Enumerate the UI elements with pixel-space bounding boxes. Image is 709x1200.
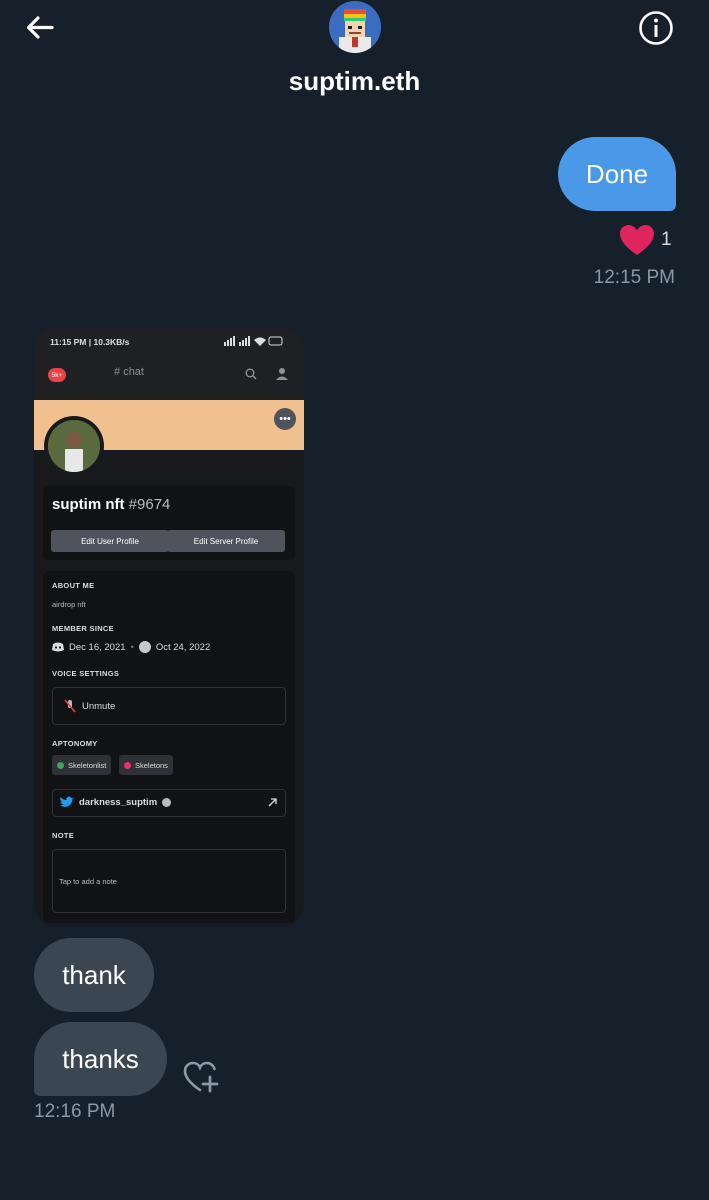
arrow-left-icon [26,16,54,39]
role-pill: Skeletonlist [52,755,112,775]
info-icon [639,11,673,45]
external-link-icon [268,798,277,807]
roles-label: APTONOMY [52,739,98,748]
role-color-dot [124,761,131,769]
received-timestamp: 12:16 PM [34,1101,116,1122]
unmute-row: Unmute [52,687,286,725]
heart-plus-icon [183,1061,219,1093]
discord-icon [52,642,64,652]
verified-icon [162,797,172,807]
reaction-count: 1 [661,229,672,250]
member-since-discord: Dec 16, 2021 [69,641,126,653]
channel-name: # chat [114,366,144,378]
more-options-icon: ••• [274,408,296,430]
mic-muted-icon [64,699,76,713]
back-button[interactable] [22,10,58,46]
channel-label: chat [123,366,144,378]
sent-timestamp: 12:15 PM [593,267,675,288]
screenshot-status-time: 11:15 PM | 10.3KB/s [50,337,130,347]
avatar-image [329,1,381,53]
profile-username: suptim nft [52,496,125,513]
role-color-dot [57,761,64,769]
sent-message-bubble[interactable]: Done [558,137,676,211]
info-button[interactable] [637,9,675,47]
connected-account-row: darkness_suptim [52,789,286,817]
profile-photo [48,420,100,472]
edit-server-profile-button: Edit Server Profile [167,530,285,552]
profile-name-card: suptim nft #9674 Edit User Profile Edit … [43,486,295,560]
member-since-row: Dec 16, 2021 • Oct 24, 2022 [52,641,210,653]
profile-avatar [44,416,104,476]
profile-details-card: ABOUT ME airdrop nft MEMBER SINCE Dec 16… [43,571,295,923]
twitter-handle: darkness_suptim [79,796,158,808]
unmute-label: Unmute [82,700,116,712]
about-me-text: airdrop nft [52,600,86,609]
heart-icon [620,225,654,255]
member-since-label: MEMBER SINCE [52,624,114,633]
message-reaction[interactable]: 1 [619,222,672,258]
search-icon [245,368,257,380]
received-message-bubble[interactable]: thanks [34,1022,167,1096]
signal-icon [224,336,284,348]
screenshot-app-bar: 5k+ # chat [34,354,304,400]
server-badge: 5k+ [48,368,66,382]
twitter-icon [60,796,74,807]
voice-settings-label: VOICE SETTINGS [52,669,120,678]
about-me-label: ABOUT ME [52,581,95,590]
note-field: Tap to add a note [52,849,286,913]
avatar[interactable] [329,1,381,53]
conversation-title[interactable]: suptim.eth [0,66,709,97]
profile-discriminator: #9674 [128,496,171,513]
members-icon [276,368,288,380]
note-label: NOTE [52,831,75,840]
received-message-bubble[interactable]: thank [34,938,154,1012]
edit-user-profile-button: Edit User Profile [51,530,169,552]
server-icon [138,641,151,653]
screenshot-image[interactable]: 11:15 PM | 10.3KB/s 5k+ # chat ••• supti… [34,328,304,926]
screenshot-status-bar: 11:15 PM | 10.3KB/s [34,328,304,354]
role-pill: Skeletons [119,755,173,775]
member-since-server: Oct 24, 2022 [155,641,211,653]
role-name: Skeletonlist [68,760,107,770]
role-name: Skeletons [135,760,168,770]
add-reaction-button[interactable] [183,1058,221,1096]
note-placeholder: Tap to add a note [59,877,117,886]
